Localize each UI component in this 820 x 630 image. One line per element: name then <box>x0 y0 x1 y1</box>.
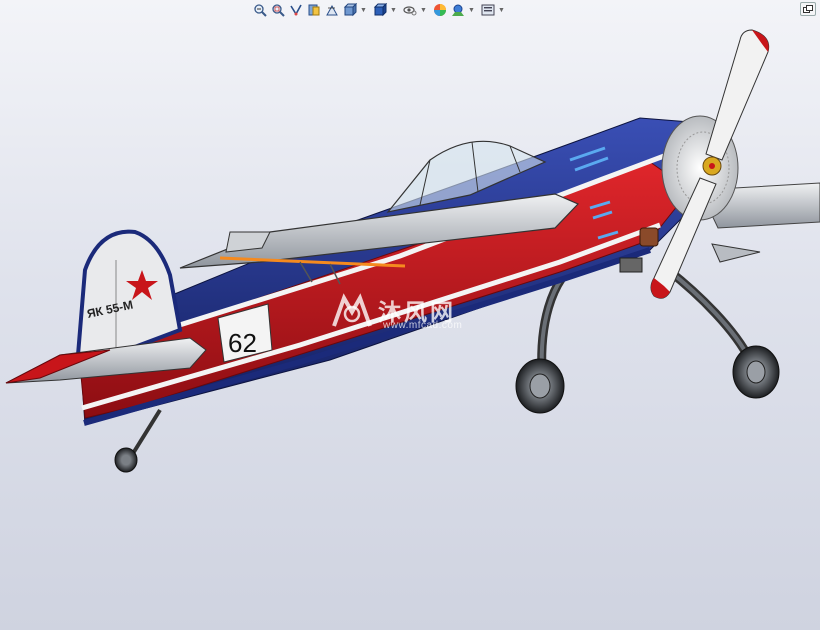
tail-wheel[interactable] <box>114 408 162 473</box>
fuselage[interactable] <box>79 117 701 426</box>
watermark-url: www.mfcad.com <box>383 320 463 331</box>
watermark-logo <box>332 293 372 327</box>
race-number: 62 <box>228 328 257 358</box>
